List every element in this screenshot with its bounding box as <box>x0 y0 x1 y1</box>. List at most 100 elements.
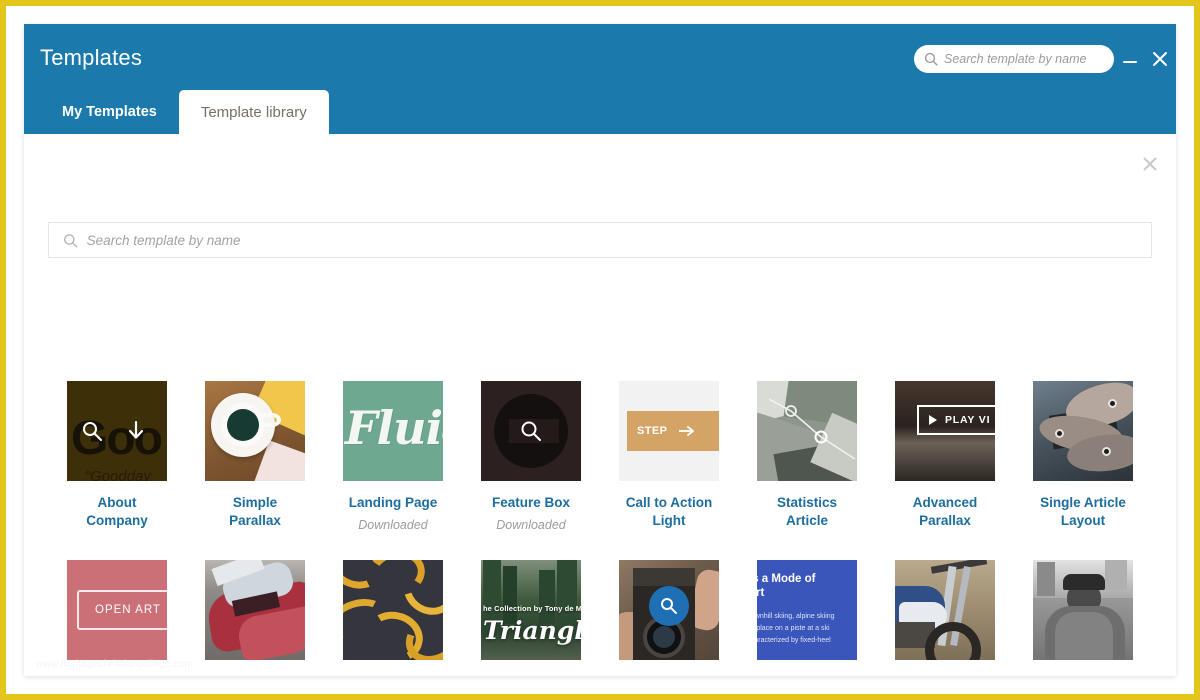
hero-section-thumb[interactable] <box>205 560 305 660</box>
header-search-box[interactable] <box>914 45 1114 73</box>
title-line-1: Call to Action <box>626 495 713 510</box>
artwork-text: OPEN ART <box>95 604 161 616</box>
title-line-1: About <box>98 495 137 510</box>
title-line-2: Light <box>653 513 686 528</box>
template-card-advanced-parallax[interactable]: PLAY VI Advanced Parallax <box>876 381 1014 532</box>
tab-my-templates-label: My Templates <box>62 104 157 120</box>
artwork-text: Fluid <box>345 401 443 455</box>
template-library-panel: Goo “Goodday <box>24 134 1176 676</box>
page-canvas: Templates <box>6 6 1194 694</box>
template-card-about-company[interactable]: Goo “Goodday <box>48 381 186 532</box>
title-line-1: Advanced <box>913 495 978 510</box>
thumb-artwork <box>205 381 305 481</box>
template-card-title: Simple Parallax <box>229 494 281 530</box>
title-line-2: Parallax <box>229 513 281 528</box>
feature-box-thumb[interactable] <box>481 381 581 481</box>
search-icon <box>924 52 938 66</box>
photography-portfolio-thumb[interactable] <box>619 560 719 660</box>
arrow-right-icon <box>679 426 695 436</box>
page-title: Templates <box>40 45 142 71</box>
template-card-title: Photography Portfolio <box>627 673 710 676</box>
chart-line <box>757 381 857 481</box>
landing-page-thumb[interactable]: Fluid <box>343 381 443 481</box>
template-card-single-article-layout[interactable]: Single Article Layout <box>1014 381 1152 532</box>
header-search-input[interactable] <box>944 52 1104 66</box>
thumb-artwork: Goo “Goodday <box>67 381 167 481</box>
template-card-hero-section[interactable]: Hero Section <box>186 560 324 676</box>
template-grid: Goo “Goodday <box>48 381 1152 676</box>
preview-search-icon[interactable] <box>518 418 544 444</box>
thumb-artwork: OPEN ART <box>67 560 167 660</box>
decorative-quote: “Goodday <box>85 468 151 481</box>
template-card-title: Artistic Portfolio <box>365 673 421 676</box>
thumb-artwork <box>1033 381 1133 481</box>
title-line-1: Artistic <box>370 674 417 676</box>
thumb-artwork <box>619 560 719 660</box>
template-card-title: About Company <box>86 494 148 530</box>
template-card-title: Call to Action Strong <box>74 673 161 676</box>
call-to-action-light-thumb[interactable]: STEP <box>619 381 719 481</box>
status-badge: Downloaded <box>358 518 428 532</box>
tab-template-library[interactable]: Template library <box>179 90 329 134</box>
template-card-title: Hero Section <box>213 673 296 676</box>
template-card-title: Single Article Layout <box>1040 494 1126 530</box>
template-card-title: Business Introduction <box>1044 673 1123 676</box>
template-card-photography-portfolio[interactable]: Photography Portfolio <box>600 560 738 676</box>
template-card-title: Automotive Template <box>908 673 982 676</box>
natural-forest-layout-thumb[interactable]: he Collection by Tony de M Triangle <box>481 560 581 660</box>
single-article-layout-thumb[interactable] <box>1033 381 1133 481</box>
minimize-button[interactable] <box>1118 47 1142 71</box>
template-card-business-introduction[interactable]: Business Introduction <box>1014 560 1152 676</box>
artwork-para-3: characterized by fixed-heel <box>757 636 857 645</box>
status-badge: Downloaded <box>496 518 566 532</box>
artwork-play-button: PLAY VI <box>917 405 995 435</box>
title-line-1: Natural <box>508 674 555 676</box>
title-line-1: Automotive <box>908 674 982 676</box>
tab-template-library-label: Template library <box>201 104 307 121</box>
template-card-artistic-portfolio[interactable]: Artistic Portfolio <box>324 560 462 676</box>
thumb-artwork <box>481 381 581 481</box>
simple-parallax-thumb[interactable] <box>205 381 305 481</box>
search-icon <box>63 233 78 248</box>
advanced-parallax-thumb[interactable]: PLAY VI <box>895 381 995 481</box>
template-card-call-to-action-light[interactable]: STEP Call to Action Light <box>600 381 738 532</box>
tab-my-templates[interactable]: My Templates <box>40 90 179 134</box>
artistic-portfolio-thumb[interactable] <box>343 560 443 660</box>
preview-search-icon[interactable] <box>649 586 689 626</box>
template-card-title: Call to Action Light <box>626 494 713 530</box>
template-card-automotive-template[interactable]: Automotive Template <box>876 560 1014 676</box>
title-line-2: Company <box>86 513 148 528</box>
template-search-input[interactable] <box>87 233 1137 248</box>
title-line-2: Parallax <box>919 513 971 528</box>
template-card-statistics-article[interactable]: Statistics Article <box>738 381 876 532</box>
template-card-feature-box[interactable]: Feature Box Downloaded <box>462 381 600 532</box>
automotive-template-thumb[interactable] <box>895 560 995 660</box>
close-icon <box>1141 155 1159 173</box>
about-company-thumb[interactable]: Goo “Goodday <box>67 381 167 481</box>
title-line-1: Call to Action <box>74 674 161 676</box>
call-to-action-strong-thumb[interactable]: OPEN ART <box>67 560 167 660</box>
download-icon[interactable] <box>123 418 149 444</box>
template-card-landing-page[interactable]: Fluid Landing Page Downloaded <box>324 381 462 532</box>
template-card-article-box[interactable]: is a Mode of ort downhill skiing, alpine… <box>738 560 876 676</box>
template-card-title: Natural Forest Layout <box>486 673 575 676</box>
artwork-open-button: OPEN ART <box>77 590 167 630</box>
preview-search-icon[interactable] <box>79 418 105 444</box>
article-box-thumb[interactable]: is a Mode of ort downhill skiing, alpine… <box>757 560 857 660</box>
window-close-button[interactable] <box>1148 47 1172 71</box>
artwork-heading-1: is a Mode of <box>757 572 857 586</box>
play-icon <box>929 415 937 425</box>
panel-close-button[interactable] <box>1138 152 1162 176</box>
thumb-artwork: STEP <box>619 381 719 481</box>
minimize-icon <box>1121 50 1139 68</box>
template-card-simple-parallax[interactable]: Simple Parallax <box>186 381 324 532</box>
artwork-text: Triangle <box>483 616 581 645</box>
statistics-article-thumb[interactable] <box>757 381 857 481</box>
template-card-title: Feature Box <box>492 494 570 512</box>
template-card-natural-forest-layout[interactable]: he Collection by Tony de M Triangle Natu… <box>462 560 600 676</box>
business-introduction-thumb[interactable] <box>1033 560 1133 660</box>
thumb-artwork <box>757 381 857 481</box>
thumb-artwork: Fluid <box>343 381 443 481</box>
artwork-step-button: STEP <box>627 411 719 451</box>
template-search-box[interactable] <box>48 222 1152 258</box>
